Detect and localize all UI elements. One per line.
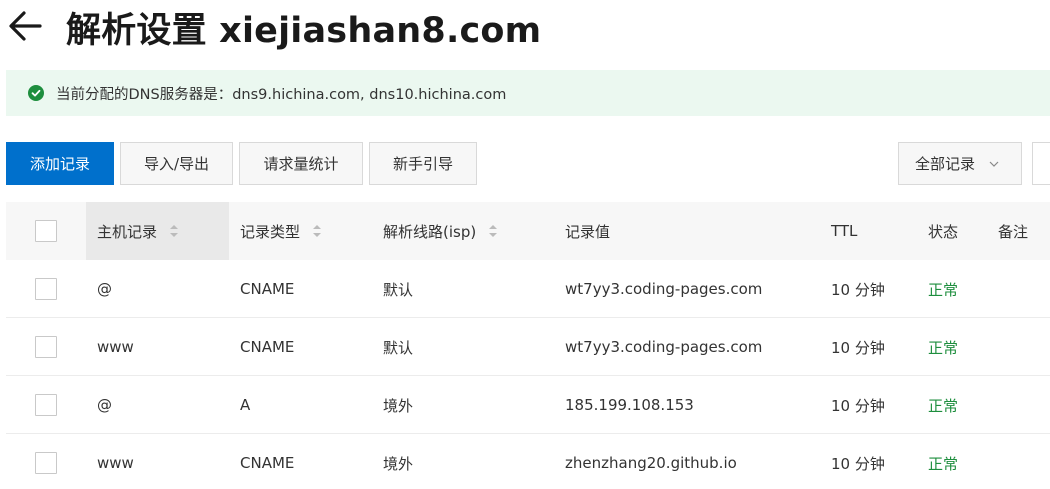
sort-icon[interactable] [312, 223, 322, 239]
column-status: 状态 [928, 222, 959, 241]
status-badge: 正常 [928, 396, 959, 415]
cell-host: www [97, 454, 134, 472]
cell-ttl: 10 分钟 [831, 454, 885, 473]
column-type[interactable]: 记录类型 [240, 202, 322, 260]
column-host[interactable]: 主机记录 [97, 202, 179, 260]
cell-type: A [240, 396, 251, 414]
cell-ttl: 10 分钟 [831, 396, 885, 415]
sort-icon[interactable] [169, 223, 179, 239]
cell-line: 境外 [383, 396, 414, 415]
cell-value: 185.199.108.153 [565, 396, 694, 414]
record-filter-label: 全部记录 [915, 155, 976, 173]
table-row: @ CNAME 默认 wt7yy3.coding-pages.com 10 分钟… [6, 260, 1050, 318]
records-table: 主机记录 记录类型 解析线路(isp) 记录值 TTL 状态 备注 @ CNAM… [6, 202, 1050, 489]
cell-type: CNAME [240, 454, 295, 472]
column-value: 记录值 [565, 222, 611, 241]
page-title: 解析设置 xiejiashan8.com [66, 11, 542, 51]
check-circle-icon [28, 85, 44, 101]
cell-line: 默认 [383, 338, 414, 357]
table-header: 主机记录 记录类型 解析线路(isp) 记录值 TTL 状态 备注 [6, 202, 1050, 260]
row-checkbox[interactable] [35, 336, 57, 358]
dns-notice: 当前分配的DNS服务器是：dns9.hichina.com, dns10.hic… [6, 70, 1050, 116]
status-badge: 正常 [928, 454, 959, 473]
cell-line: 境外 [383, 454, 414, 473]
back-arrow-icon[interactable] [6, 8, 44, 44]
sort-icon[interactable] [488, 223, 498, 239]
table-row: www CNAME 境外 zhenzhang20.github.io 10 分钟… [6, 434, 1050, 489]
row-checkbox[interactable] [35, 278, 57, 300]
request-stats-button[interactable]: 请求量统计 [239, 142, 363, 185]
cell-host: www [97, 338, 134, 356]
cell-host: @ [97, 396, 112, 414]
add-record-button[interactable]: 添加记录 [6, 142, 114, 185]
row-checkbox[interactable] [35, 394, 57, 416]
column-remark: 备注 [998, 222, 1029, 241]
search-input[interactable] [1032, 142, 1050, 185]
page-header: 解析设置 xiejiashan8.com [0, 0, 1050, 52]
cell-ttl: 10 分钟 [831, 280, 885, 299]
select-all-checkbox[interactable] [35, 220, 57, 242]
cell-value: wt7yy3.coding-pages.com [565, 280, 763, 298]
status-badge: 正常 [928, 280, 959, 299]
cell-type: CNAME [240, 280, 295, 298]
cell-line: 默认 [383, 280, 414, 299]
table-row: @ A 境外 185.199.108.153 10 分钟 正常 [6, 376, 1050, 434]
cell-type: CNAME [240, 338, 295, 356]
cell-ttl: 10 分钟 [831, 338, 885, 357]
row-checkbox[interactable] [35, 452, 57, 474]
record-filter-select[interactable]: 全部记录 [898, 142, 1022, 185]
table-row: www CNAME 默认 wt7yy3.coding-pages.com 10 … [6, 318, 1050, 376]
toolbar: 添加记录 导入/导出 请求量统计 新手引导 全部记录 [6, 142, 1050, 186]
chevron-down-icon [989, 161, 999, 167]
beginner-guide-button[interactable]: 新手引导 [369, 142, 477, 185]
cell-host: @ [97, 280, 112, 298]
status-badge: 正常 [928, 338, 959, 357]
cell-value: zhenzhang20.github.io [565, 454, 737, 472]
dns-notice-text: 当前分配的DNS服务器是：dns9.hichina.com, dns10.hic… [56, 86, 507, 103]
import-export-button[interactable]: 导入/导出 [120, 142, 233, 185]
cell-value: wt7yy3.coding-pages.com [565, 338, 763, 356]
column-line[interactable]: 解析线路(isp) [383, 202, 498, 260]
column-ttl: TTL [831, 222, 858, 240]
